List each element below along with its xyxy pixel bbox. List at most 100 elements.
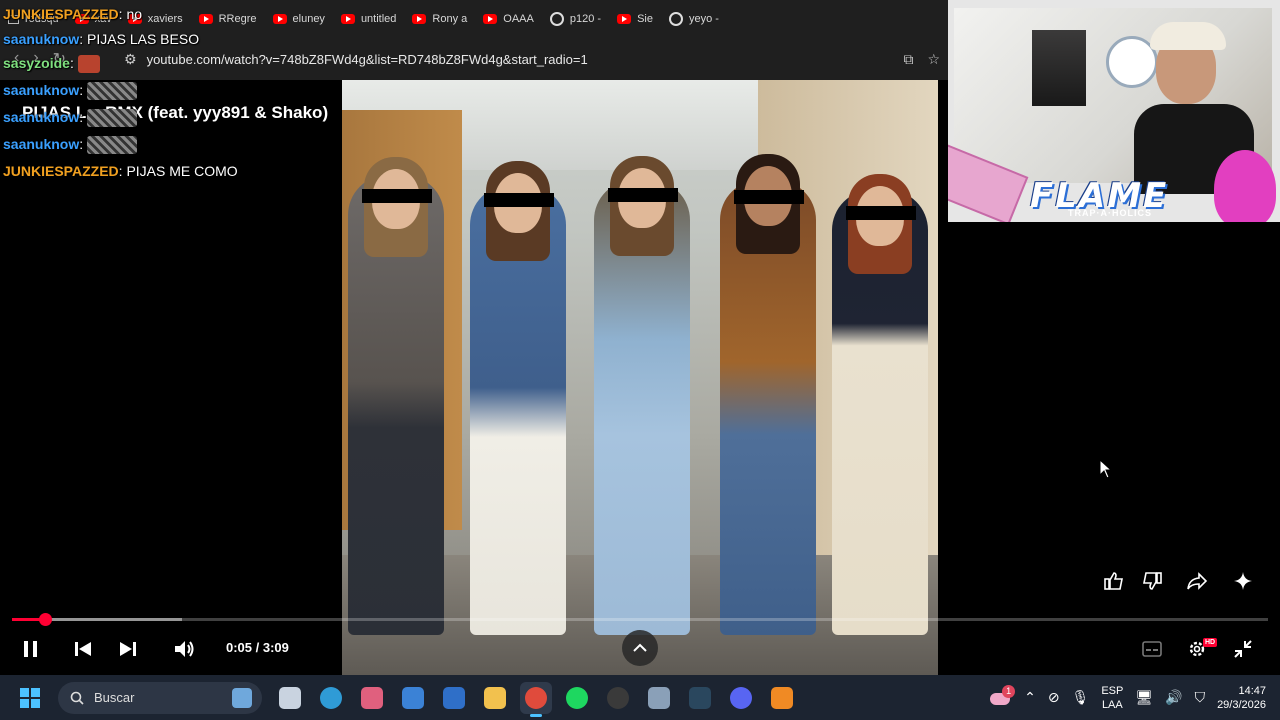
taskbar-app-task-view[interactable] [274,682,306,714]
next-button[interactable] [115,636,141,662]
subtitles-icon [1142,641,1162,657]
google-favicon-icon [549,12,564,26]
chat-text: no [126,6,143,22]
browser-tab[interactable]: Sie [609,4,661,34]
browser-tab-label: xaviers [147,13,183,25]
task-view-icon [279,686,301,709]
microphone-icon[interactable]: 🎙 [1072,689,1090,706]
taskbar-app-chrome[interactable] [520,681,552,717]
input-language[interactable]: ESP LAA [1101,684,1123,712]
progress-bar[interactable] [12,613,1268,626]
pause-button[interactable] [18,636,44,662]
sparkle-icon [1234,572,1252,590]
censor-bar [734,190,804,204]
censor-bar [608,188,678,202]
chat-username: JUNKIESPAZZED [3,163,119,179]
chat-separator: : [79,109,88,125]
start-button[interactable] [8,675,52,720]
speaker-icon[interactable]: 🔊 [1165,689,1182,706]
dislike-button[interactable] [1140,568,1164,594]
google-favicon-icon [668,12,683,26]
exit-fullscreen-button[interactable] [1230,636,1256,662]
mail-icon [443,686,465,709]
spotify-icon [566,686,588,709]
wall-poster [1032,30,1086,106]
browser-tab[interactable]: OAAA [475,4,542,34]
taskbar-app-fl-studio[interactable] [766,682,798,714]
battery-shield-icon[interactable]: ⛉ [1195,689,1206,706]
browser-tab-label: untitled [360,13,397,25]
youtube-favicon-icon [483,14,498,24]
ask-ai-button[interactable] [1230,568,1256,594]
browser-tab-label: yeyo - [688,13,719,25]
site-info-icon[interactable]: ⚙ [124,51,137,68]
share-button[interactable] [1184,568,1210,594]
chat-username: saanuknow [3,82,80,98]
previous-button[interactable] [70,636,96,662]
search-icon [70,691,84,705]
chevron-up-icon[interactable]: ⌃ [1024,689,1036,706]
browser-tab-label: eluney [292,13,325,25]
chat-separator: : [79,31,88,47]
censor-bar [484,193,554,207]
windows-logo-icon [20,687,40,708]
chat-emote-icon [87,82,138,101]
video-frame [342,80,938,675]
person-4 [720,154,816,635]
exit-fullscreen-icon [1234,640,1252,658]
buddha-sticker [1214,150,1276,222]
install-app-icon[interactable]: ⧉ [903,51,913,68]
previous-icon [75,642,91,656]
person-3 [594,156,690,635]
browser-tab[interactable]: untitled [333,4,404,34]
discord-icon [730,686,752,709]
network-icon[interactable]: 🖥 [1135,689,1153,706]
url-field[interactable]: ⚙ youtube.com/watch?v=748bZ8FWd4g&list=R… [110,44,883,74]
flame-tagline: TRAP·A·HOLICS [1068,208,1152,218]
browser-tab-label: OAAA [503,13,534,25]
taskbar-clock[interactable]: 14:47 29/3/2026 [1217,684,1266,712]
keyboard-layout: LAA [1101,698,1123,711]
chat-username: saanuknow [3,31,80,47]
volume-icon [175,641,194,657]
taskbar-app-spotify[interactable] [561,682,593,714]
volume-button[interactable] [171,636,199,662]
browser-tab-label: Sie [637,13,653,25]
taskbar-search[interactable]: Buscar [58,681,262,714]
notification-cloud-icon[interactable]: 1 [990,684,1016,707]
copilot-icon [361,686,383,709]
subtitles-button[interactable] [1140,637,1164,661]
time-display: 0:05 / 3:09 [226,640,289,655]
taskbar-app-settings[interactable] [643,682,675,714]
fl-studio-icon [771,686,793,709]
bookmark-star-icon[interactable]: ☆ [927,51,940,68]
notification-count: 1 [1002,684,1016,698]
chat-text: PIJAS LAS BESO [87,31,200,47]
like-button[interactable] [1102,568,1126,594]
youtube-favicon-icon [272,14,287,24]
next-icon [120,642,136,656]
browser-tab-label: RRegre [218,13,257,25]
taskbar-app-file-explorer[interactable] [479,682,511,714]
person-5 [832,174,928,635]
taskbar-app-edge[interactable] [315,682,347,714]
browser-tab[interactable]: Rony a [404,4,475,34]
browser-tab[interactable]: eluney [265,4,333,34]
browser-tab[interactable]: RRegre [191,4,265,34]
taskbar-app-steam[interactable] [684,682,716,714]
taskbar-app-copilot[interactable] [356,682,388,714]
expand-up-button[interactable] [622,630,658,666]
pause-icon [24,641,37,657]
browser-tab[interactable]: p120 - [542,4,609,34]
share-arrow-icon [1187,572,1208,590]
clock-date: 29/3/2026 [1217,698,1266,711]
taskbar-app-discord[interactable] [725,682,757,714]
taskbar-app-store[interactable] [397,682,429,714]
chat-message: JUNKIESPAZZED: no [3,4,142,24]
taskbar-app-mail[interactable] [438,682,470,714]
censor-bar [846,206,916,220]
meet-now-icon[interactable]: ⊘ [1048,689,1060,706]
obs-icon [607,686,629,709]
taskbar-app-obs[interactable] [602,682,634,714]
browser-tab[interactable]: yeyo - [661,4,727,34]
